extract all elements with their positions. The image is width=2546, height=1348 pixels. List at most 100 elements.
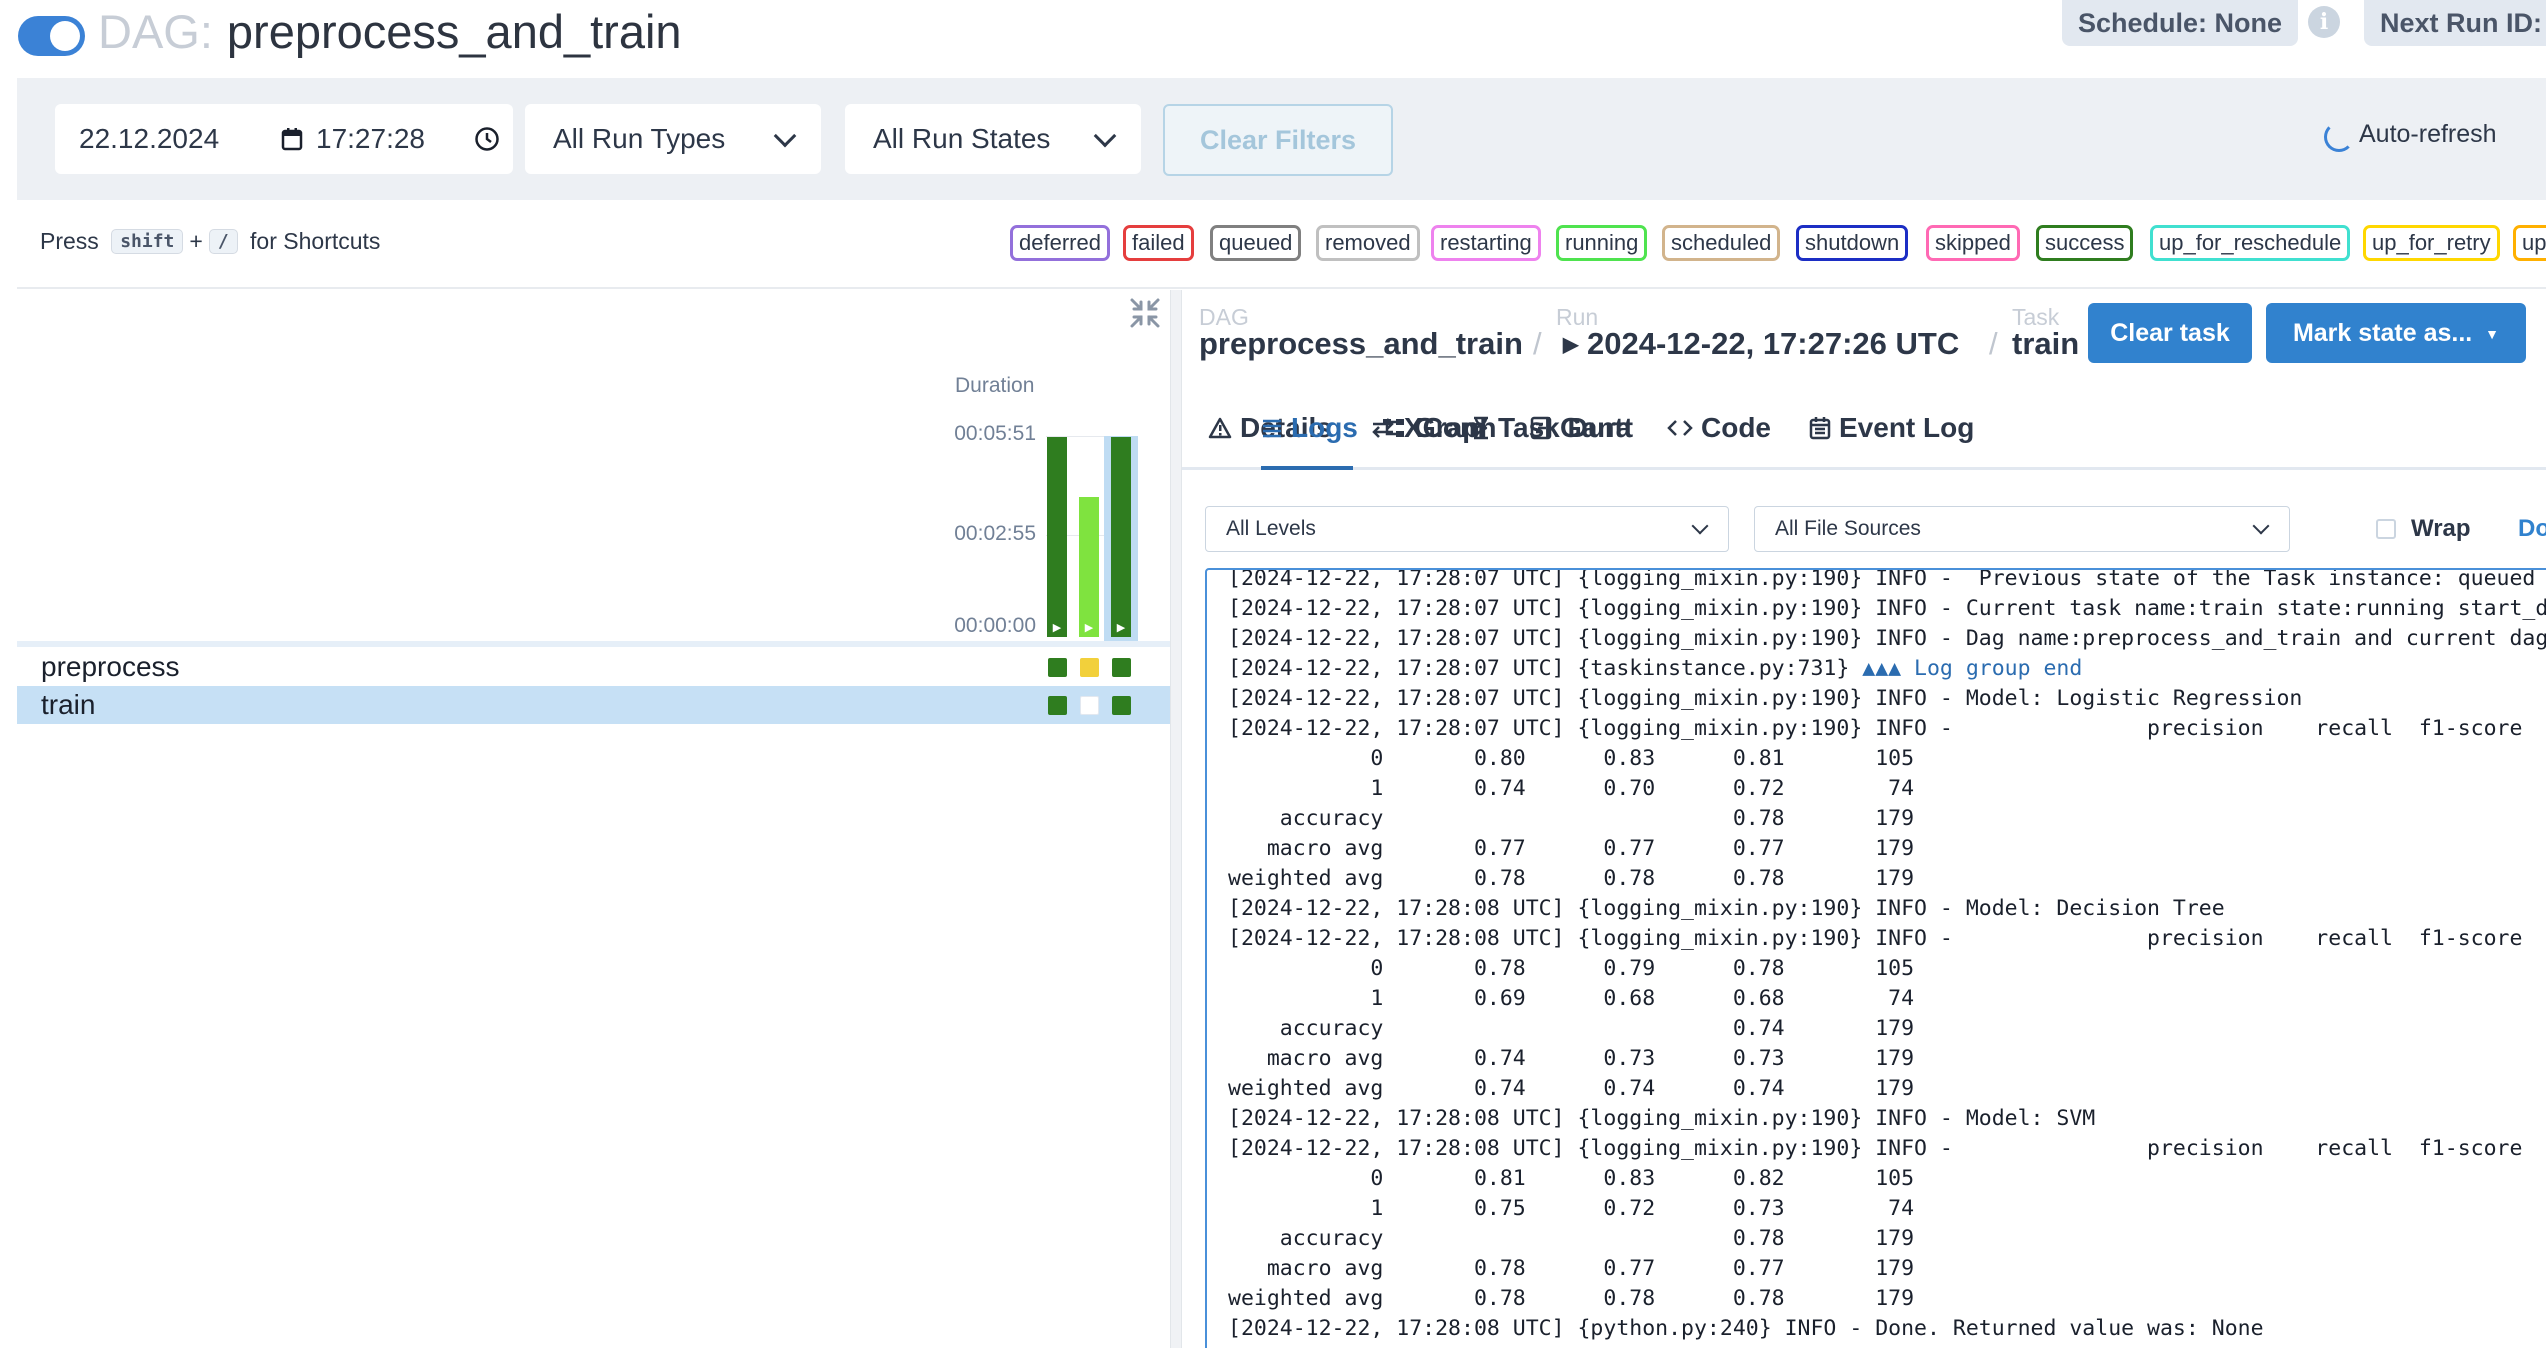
task-name: preprocess (41, 651, 180, 682)
task-instance-square[interactable] (1048, 658, 1067, 677)
log-line: accuracy 0.78 179 (1228, 1226, 1915, 1251)
run-duration-bar[interactable] (1111, 437, 1131, 637)
clear-filters-button[interactable]: Clear Filters (1163, 104, 1393, 176)
base-date-input[interactable]: 22.12.2024 17:27:28 (55, 104, 513, 174)
panel-resizer[interactable] (1170, 290, 1182, 1348)
task-row-preprocess[interactable]: preprocess (17, 648, 1170, 686)
legend-chip-up[interactable]: up (2513, 225, 2546, 261)
log-level-select[interactable]: All Levels (1205, 506, 1729, 552)
task-instance-square[interactable] (1080, 658, 1099, 677)
run-types-select[interactable]: All Run Types (525, 104, 821, 174)
log-lines: [2024-12-22, 17:28:07 UTC] {logging_mixi… (1228, 570, 2546, 1348)
legend-chip-shutdown[interactable]: shutdown (1796, 225, 1909, 261)
tab-task-duration[interactable]: Task Dura (1472, 412, 1631, 470)
breadcrumb-separator: / (1533, 326, 1542, 361)
tab-xcom[interactable]: XCom (1370, 412, 1485, 470)
legend-chip-queued[interactable]: queued (1210, 225, 1302, 261)
duration-tick-max: 00:05:51 (954, 422, 1036, 445)
tab-logs-active[interactable]: Logs (1261, 412, 1358, 470)
hourglass-icon (1472, 413, 1490, 444)
task-instance-square[interactable] (1112, 696, 1131, 715)
schedule-badge: Schedule: None (2062, 0, 2299, 46)
log-line: macro avg 0.77 0.77 0.77 179 (1228, 836, 1915, 861)
info-icon[interactable]: i (2308, 6, 2340, 38)
play-icon: ▶ (1047, 619, 1067, 637)
legend-chip-deferred[interactable]: deferred (1010, 225, 1110, 261)
log-line: weighted avg 0.78 0.78 0.78 179 (1228, 866, 1915, 891)
task-instance-square[interactable] (1048, 696, 1067, 715)
legend-chip-running[interactable]: running (1556, 225, 1648, 261)
task-row-train[interactable]: train (17, 686, 1170, 724)
log-line: [2024-12-22, 17:28:08 UTC] {logging_mixi… (1228, 1106, 2096, 1131)
legend-chip-up-for-retry[interactable]: up_for_retry (2363, 225, 2500, 261)
arrows-icon (1370, 413, 1396, 444)
breadcrumb-separator: / (1989, 326, 1998, 361)
log-source-value: All File Sources (1775, 517, 1921, 540)
log-viewer[interactable]: [2024-12-22, 17:28:07 UTC] {logging_mixi… (1205, 568, 2546, 1348)
log-line: 0 0.78 0.79 0.78 105 (1228, 956, 1915, 981)
tab-code[interactable]: Code (1667, 412, 1771, 470)
legend-chip-up-for-reschedule[interactable]: up_for_reschedule (2150, 225, 2351, 261)
run-states-select[interactable]: All Run States (845, 104, 1141, 174)
play-icon: ▶ (1563, 334, 1579, 356)
log-line: [2024-12-22, 17:28:07 UTC] {logging_mixi… (1228, 686, 2303, 711)
log-line: [2024-12-22, 17:28:08 UTC] {taskinstance… (1228, 1344, 2546, 1348)
run-duration-bar[interactable] (1079, 497, 1099, 637)
chevron-down-icon (2252, 517, 2270, 535)
clock-icon[interactable] (474, 104, 500, 174)
tab-event-log[interactable]: Event Log (1809, 412, 1974, 470)
legend-chip-failed[interactable]: failed (1123, 225, 1194, 261)
log-line: [2024-12-22, 17:28:07 UTC] {taskinstance… (1228, 656, 2083, 681)
legend-chip-removed[interactable]: removed (1316, 225, 1420, 261)
breadcrumb-run[interactable]: ▶ 2024-12-22, 17:27:26 UTC (1563, 326, 1959, 362)
task-instance-square[interactable] (1112, 658, 1131, 677)
chevron-down-icon (773, 124, 797, 148)
log-line: [2024-12-22, 17:28:08 UTC] {logging_mixi… (1228, 896, 2225, 921)
mark-state-label: Mark state as... (2292, 319, 2473, 347)
shortcut-press-text: Press (40, 228, 99, 254)
tab-task-duration-label: Task Dura (1498, 412, 1632, 443)
log-line: [2024-12-22, 17:28:08 UTC] {python.py:24… (1228, 1316, 2264, 1341)
log-line: weighted avg 0.74 0.74 0.74 179 (1228, 1076, 1915, 1101)
breadcrumb-task[interactable]: train (2012, 326, 2079, 362)
tab-event-log-label: Event Log (1839, 412, 1975, 443)
auto-refresh-label[interactable]: Auto-refresh (2359, 120, 2497, 149)
log-line: accuracy 0.78 179 (1228, 806, 1915, 831)
toggle-knob (50, 21, 80, 51)
play-icon: ▶ (1079, 619, 1099, 637)
grid-separator (17, 641, 1170, 647)
log-line: [2024-12-22, 17:28:08 UTC] {logging_mixi… (1228, 1136, 2546, 1161)
log-group-toggle[interactable]: ▲▲▲ Log group end (1862, 656, 2082, 681)
shortcut-hint: Press shift + / for Shortcuts (40, 228, 380, 255)
slash-key: / (208, 229, 238, 254)
legend-chip-scheduled[interactable]: scheduled (1662, 225, 1781, 261)
log-line: macro avg 0.78 0.77 0.77 179 (1228, 1256, 1915, 1281)
legend-chip-skipped[interactable]: skipped (1926, 225, 2020, 261)
duration-tick-mid: 00:02:55 (954, 522, 1036, 545)
log-line: [2024-12-22, 17:28:07 UTC] {logging_mixi… (1228, 716, 2546, 741)
page-header: DAG: preprocess_and_train Schedule: None … (0, 0, 2546, 78)
list-icon (1261, 413, 1283, 444)
wrap-label[interactable]: Wrap (2411, 515, 2471, 543)
log-line: 1 0.69 0.68 0.68 74 (1228, 986, 1915, 1011)
mark-state-button[interactable]: Mark state as... ▼ (2266, 303, 2526, 363)
task-instance-square[interactable] (1080, 696, 1099, 715)
tab-code-label: Code (1701, 412, 1771, 443)
clear-task-button[interactable]: Clear task (2088, 303, 2252, 363)
collapse-icon[interactable] (1128, 296, 1162, 330)
duration-tick-zero: 00:00:00 (954, 614, 1036, 637)
divider (17, 287, 2546, 289)
run-duration-bar[interactable] (1047, 437, 1067, 637)
log-source-select[interactable]: All File Sources (1754, 506, 2290, 552)
shift-key: shift (111, 229, 184, 254)
download-link[interactable]: Do (2518, 515, 2546, 543)
legend-chip-restarting[interactable]: restarting (1431, 225, 1541, 261)
caret-down-icon: ▼ (2485, 326, 2500, 342)
legend-chip-success[interactable]: success (2036, 225, 2134, 261)
filter-bar: 22.12.2024 17:27:28 All Run Types All Ru… (17, 78, 2546, 200)
calendar-icon[interactable] (281, 104, 303, 174)
dag-pause-toggle[interactable] (18, 16, 85, 56)
code-icon (1667, 413, 1693, 444)
breadcrumb-dag[interactable]: preprocess_and_train (1199, 326, 1523, 362)
wrap-checkbox[interactable] (2376, 519, 2396, 539)
